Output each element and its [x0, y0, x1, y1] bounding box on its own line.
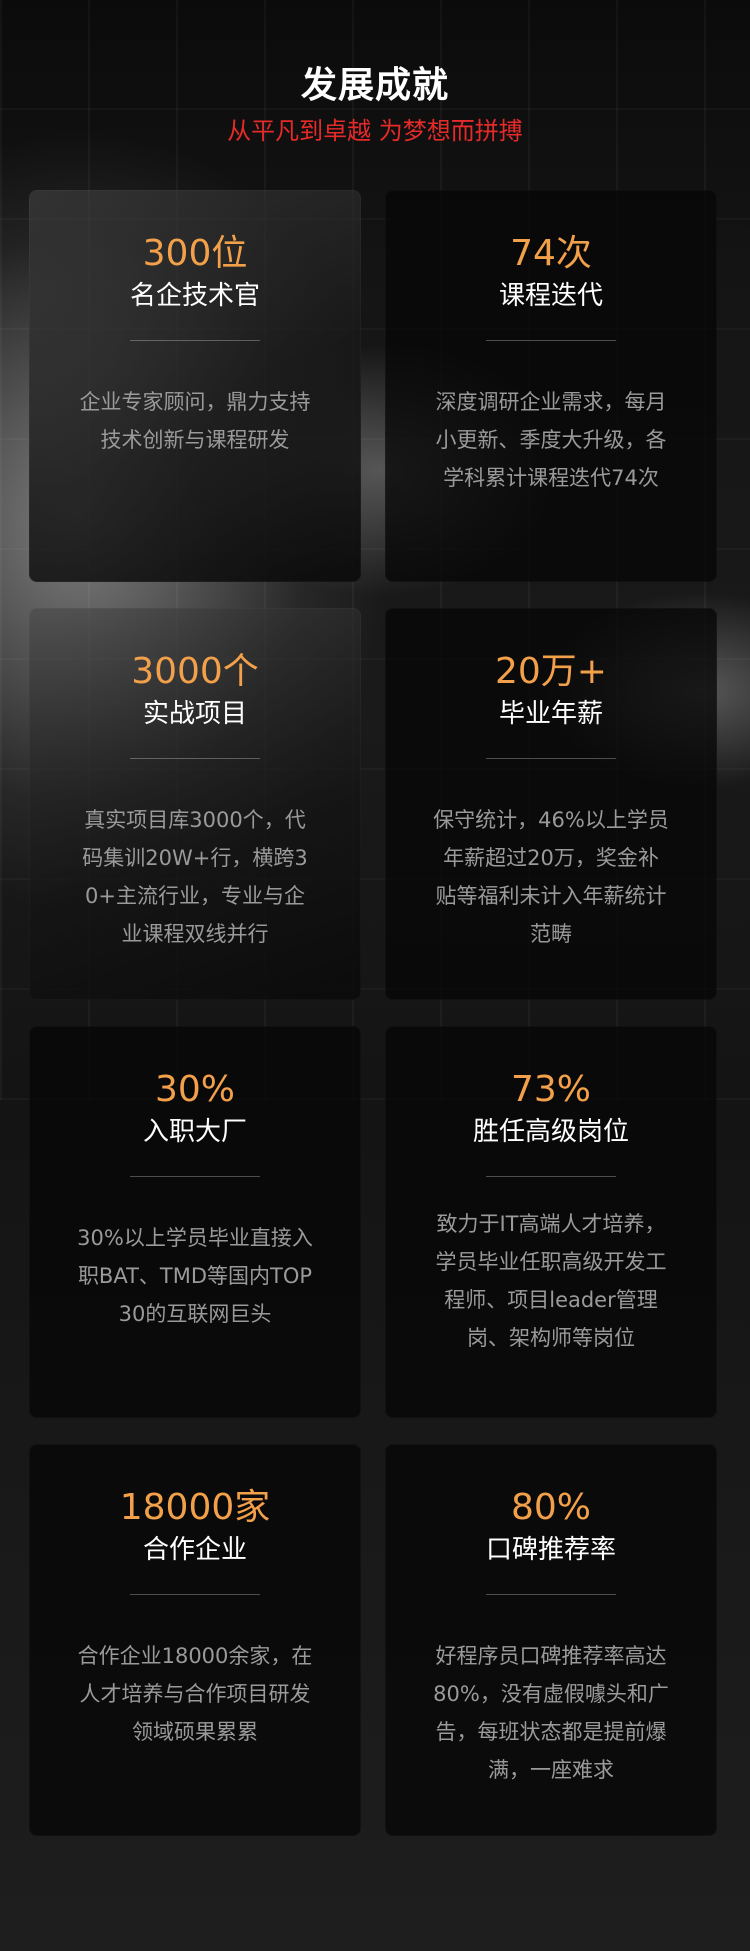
achievement-card-recommendation-rate: 80% 口碑推荐率 好程序员口碑推荐率高达80%，没有虚假噱头和广告，每班状态都…	[385, 1444, 717, 1836]
achievement-grid: 300位 名企技术官 企业专家顾问，鼎力支持技术创新与课程研发 74次 课程迭代…	[29, 190, 717, 1836]
card-stat: 74次	[510, 233, 592, 274]
card-label: 课程迭代	[498, 281, 603, 311]
card-divider	[130, 1594, 260, 1595]
card-label: 入职大厂	[142, 1117, 247, 1147]
card-stat: 3000个	[131, 651, 259, 692]
achievement-card-course-iterations: 74次 课程迭代 深度调研企业需求，每月小更新、季度大升级，各学科累计课程迭代7…	[385, 190, 717, 582]
card-description: 保守统计，46%以上学员年薪超过20万，奖金补贴等福利未计入年薪统计范畴	[433, 808, 669, 946]
card-divider	[486, 1176, 616, 1177]
card-stat: 300位	[142, 233, 248, 274]
card-label: 胜任高级岗位	[472, 1117, 629, 1147]
card-description: 致力于IT高端人才培养，学员毕业任职高级开发工程师、项目leader管理岗、架构…	[435, 1212, 667, 1350]
achievement-card-senior-positions: 73% 胜任高级岗位 致力于IT高端人才培养，学员毕业任职高级开发工程师、项目l…	[385, 1026, 717, 1418]
achievement-card-projects: 3000个 实战项目 真实项目库3000个，代码集训20W+行，横跨30+主流行…	[29, 608, 361, 1000]
achievement-card-big-companies: 30% 入职大厂 30%以上学员毕业直接入职BAT、TMD等国内TOP30的互联…	[29, 1026, 361, 1418]
card-label: 合作企业	[142, 1535, 247, 1565]
card-divider	[130, 758, 260, 759]
card-label: 名企技术官	[129, 281, 260, 311]
achievement-card-partner-companies: 18000家 合作企业 合作企业18000余家，在人才培养与合作项目研发领域硕果…	[29, 1444, 361, 1836]
card-description: 企业专家顾问，鼎力支持技术创新与课程研发	[79, 390, 311, 452]
card-stat: 20万+	[495, 651, 607, 692]
card-description: 真实项目库3000个，代码集训20W+行，横跨30+主流行业，专业与企业课程双线…	[82, 808, 308, 946]
card-description: 合作企业18000余家，在人才培养与合作项目研发领域硕果累累	[77, 1644, 313, 1744]
section-header: 发展成就 从平凡到卓越 为梦想而拼搏	[0, 62, 750, 148]
card-stat: 73%	[510, 1069, 591, 1110]
card-description: 好程序员口碑推荐率高达80%，没有虚假噱头和广告，每班状态都是提前爆满，一座难求	[433, 1644, 669, 1782]
card-label: 毕业年薪	[498, 699, 603, 729]
card-stat: 18000家	[119, 1487, 271, 1528]
card-label: 实战项目	[142, 699, 247, 729]
card-description: 深度调研企业需求，每月小更新、季度大升级，各学科累计课程迭代74次	[435, 390, 667, 490]
card-label: 口碑推荐率	[485, 1535, 616, 1565]
achievement-card-tech-officers: 300位 名企技术官 企业专家顾问，鼎力支持技术创新与课程研发	[29, 190, 361, 582]
card-divider	[130, 340, 260, 341]
card-divider	[486, 340, 616, 341]
section-subtitle: 从平凡到卓越 为梦想而拼搏	[227, 117, 523, 145]
card-description: 30%以上学员毕业直接入职BAT、TMD等国内TOP30的互联网巨头	[77, 1226, 313, 1326]
card-divider	[486, 758, 616, 759]
card-stat: 80%	[510, 1487, 591, 1528]
section-title: 发展成就	[300, 65, 449, 106]
achievement-card-graduate-salary: 20万+ 毕业年薪 保守统计，46%以上学员年薪超过20万，奖金补贴等福利未计入…	[385, 608, 717, 1000]
card-stat: 30%	[154, 1069, 235, 1110]
card-divider	[486, 1594, 616, 1595]
card-divider	[130, 1176, 260, 1177]
